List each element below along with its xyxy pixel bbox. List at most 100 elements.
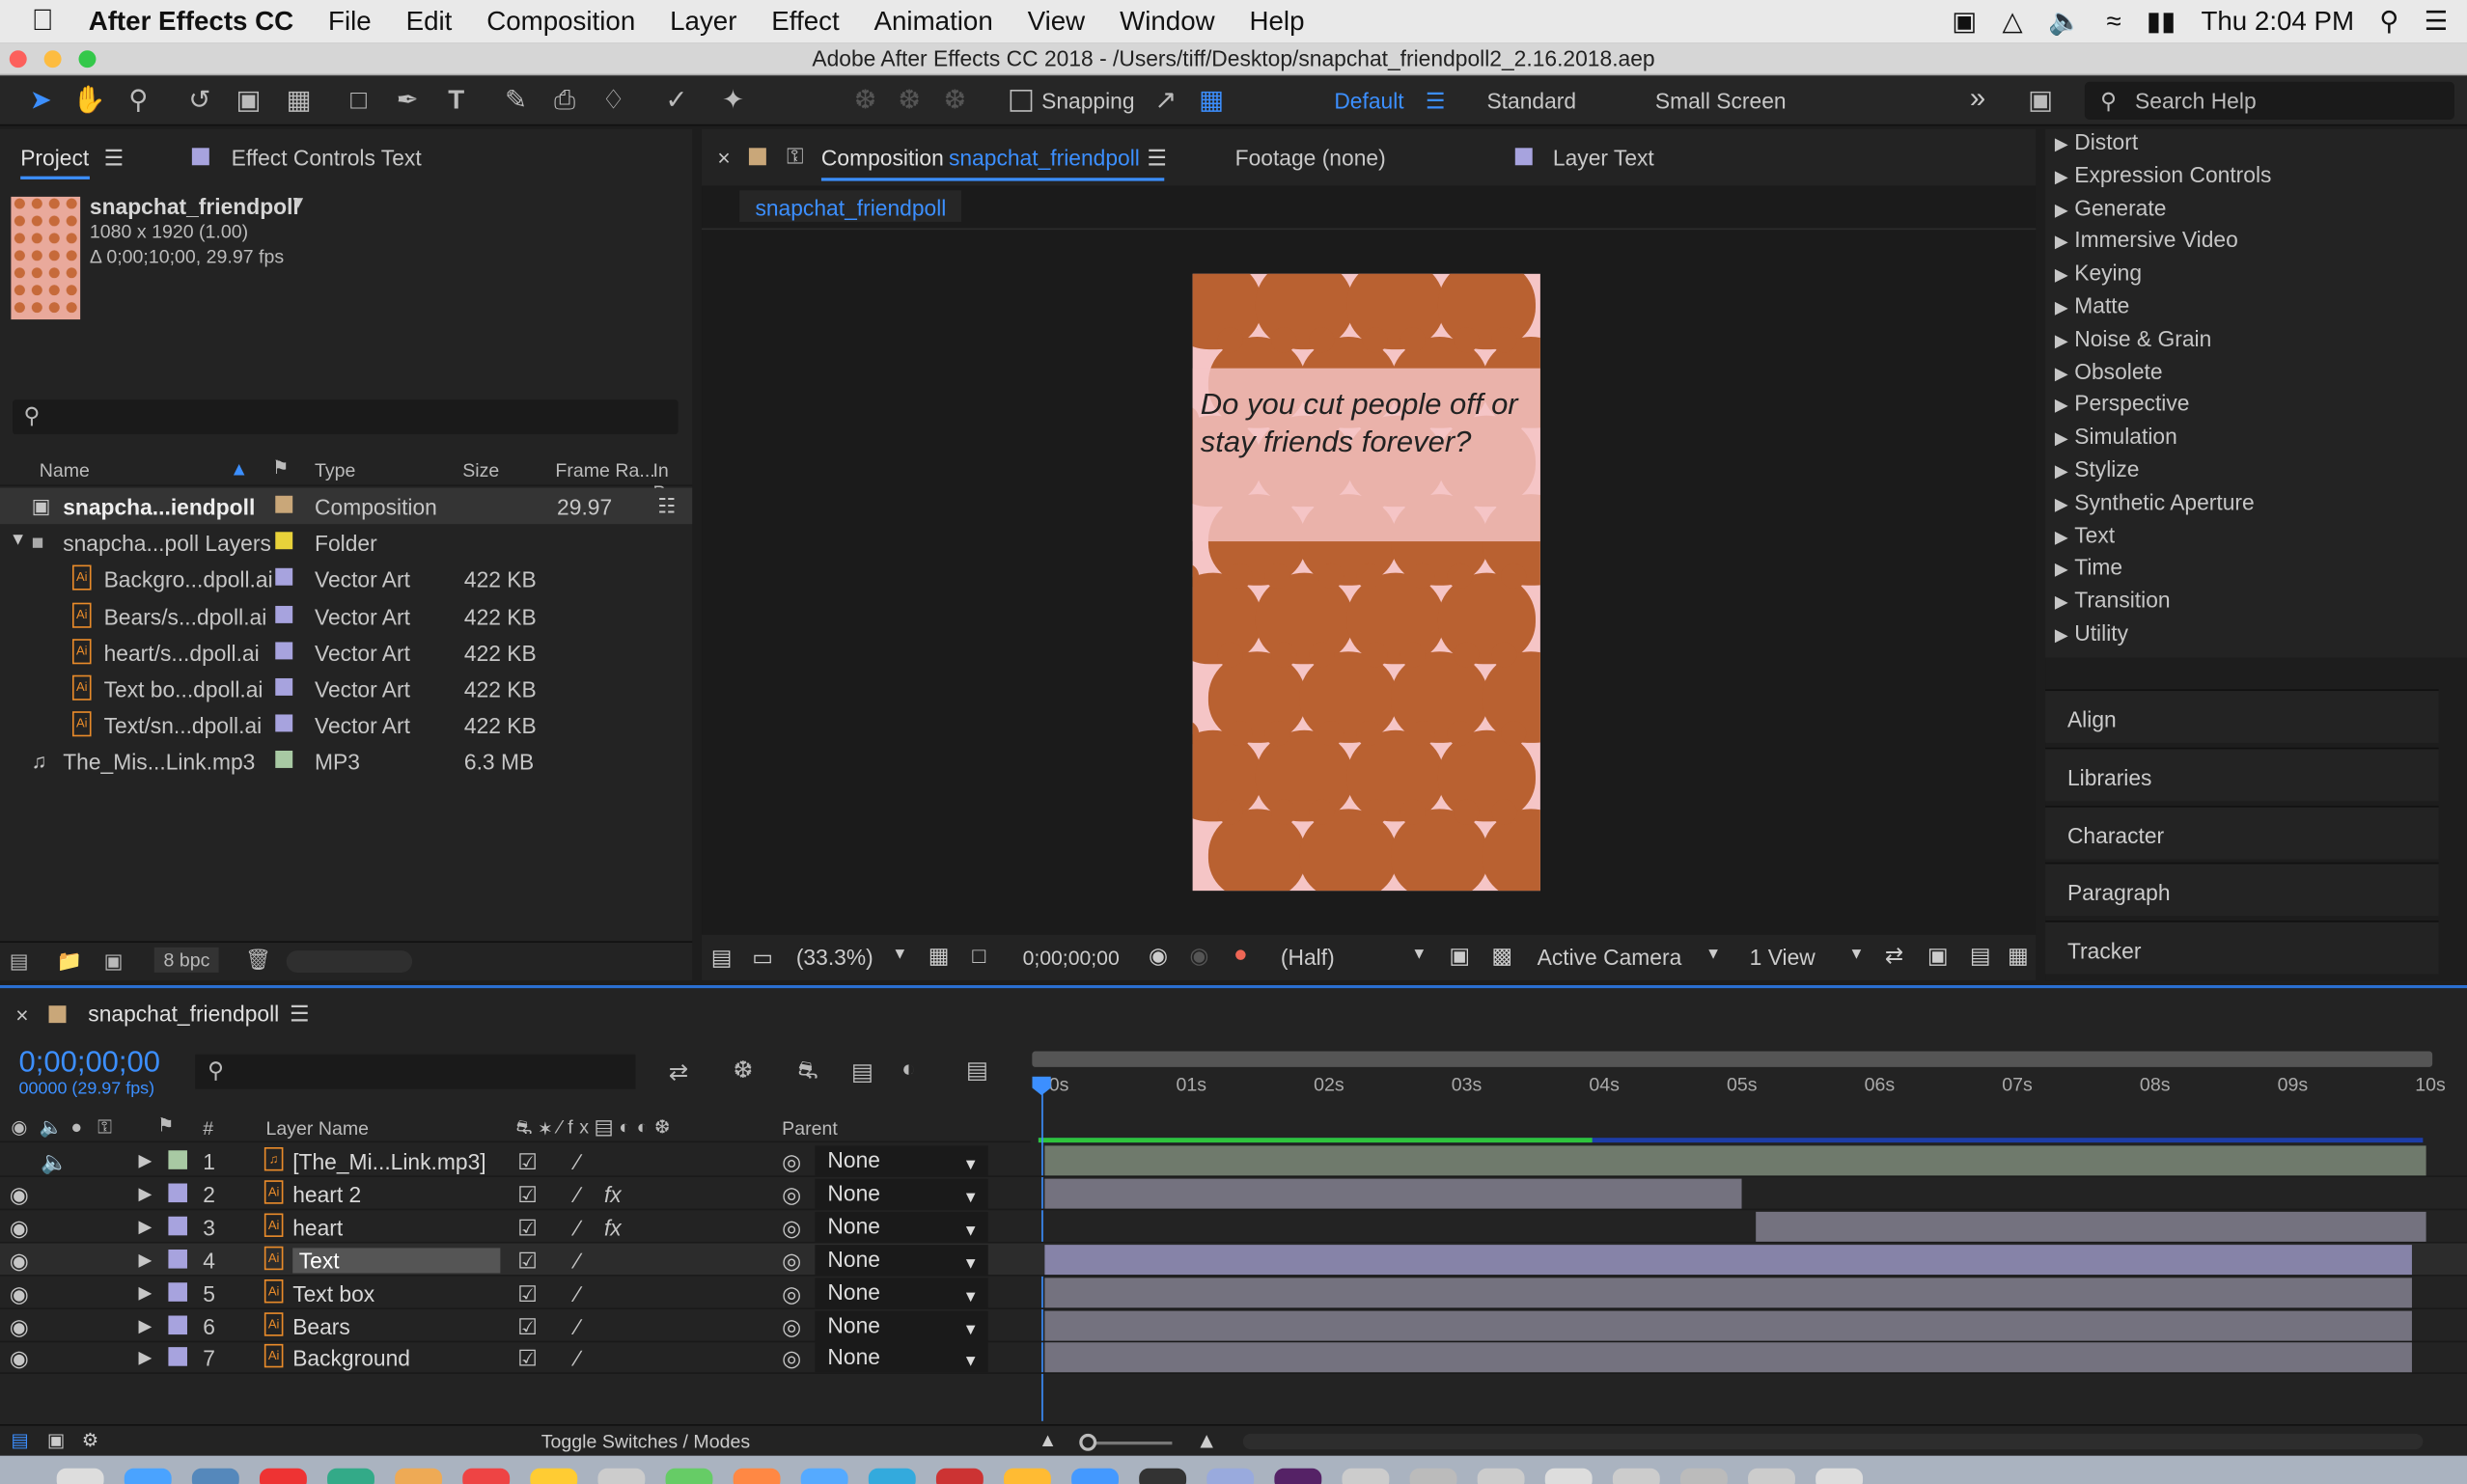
layer-row[interactable]: ◉ ▶ 3 Ai heart ☑ ∕ fx ◎ None ▼ <box>0 1210 2467 1244</box>
label-swatch[interactable] <box>275 677 293 696</box>
layer-name[interactable]: Text <box>292 1247 501 1273</box>
disclosure-closed-icon[interactable]: ▶ <box>2055 398 2068 417</box>
app-menu[interactable]: After Effects CC <box>71 6 311 38</box>
panel-menu-icon[interactable]: ☰ <box>290 1001 309 1028</box>
col-frame-rate[interactable]: Frame Ra... <box>555 459 654 481</box>
layer-name[interactable]: Text box <box>292 1280 374 1305</box>
effect-category[interactable]: ▶ Stylize <box>2055 456 2140 481</box>
menu-animation[interactable]: Animation <box>857 6 1011 38</box>
layer-row[interactable]: ◉ ▶ 6 Ai Bears ☑ ∕ ◎ None ▼ <box>0 1308 2467 1342</box>
notification-icon[interactable]: ☰ <box>2425 6 2449 38</box>
rotate-tool-icon[interactable]: ↺ <box>184 85 216 117</box>
effect-category[interactable]: ▶ Utility <box>2055 620 2128 646</box>
transparency-grid-icon[interactable]: ▩ <box>1491 943 1512 970</box>
menu-file[interactable]: File <box>311 6 389 38</box>
pickwhip-icon[interactable]: ◎ <box>782 1280 801 1307</box>
layer-name[interactable]: [The_Mi...Link.mp3] <box>292 1149 485 1174</box>
dock-app-icon[interactable] <box>124 1468 172 1484</box>
label-swatch[interactable] <box>168 1314 187 1334</box>
label-icon[interactable]: ⚑ <box>272 456 290 479</box>
resolution-select[interactable]: (Half) <box>1281 945 1335 970</box>
project-search-input[interactable]: ⚲ <box>13 399 679 435</box>
tab-effect-controls[interactable]: Effect Controls Text <box>232 145 422 170</box>
effect-category[interactable]: ▶ Time <box>2055 555 2122 580</box>
disclosure-closed-icon[interactable]: ▶ <box>138 1216 152 1237</box>
eraser-tool-icon[interactable]: ♢ <box>597 85 629 117</box>
video-toggle-icon[interactable]: ◉ <box>10 1280 29 1307</box>
effect-category[interactable]: ▶ Keying <box>2055 260 2142 285</box>
dock-app-icon[interactable] <box>1004 1468 1051 1484</box>
workspace-menu-icon[interactable]: ☰ <box>1426 88 1445 115</box>
close-tab-icon[interactable]: × <box>15 1003 28 1028</box>
project-row[interactable]: Ai heart/s...dpoll.ai Vector Art 422 KB <box>0 634 692 671</box>
volume-icon[interactable]: 🔈 <box>2048 6 2082 38</box>
pan-behind-tool-icon[interactable]: ▦ <box>283 85 315 117</box>
shy-layers-icon[interactable]: ⛐ <box>797 1058 818 1087</box>
col-type[interactable]: Type <box>315 459 355 481</box>
side-panel-libraries[interactable]: Libraries <box>2045 747 2439 801</box>
dock-app-icon[interactable] <box>800 1468 848 1484</box>
disclosure-closed-icon[interactable]: ▶ <box>2055 266 2068 286</box>
snap-edges-icon[interactable]: ↗ <box>1150 85 1182 117</box>
camera-select[interactable]: Active Camera <box>1538 945 1682 970</box>
toggle-pixel-aspect-icon[interactable]: ⇄ <box>1885 943 1903 970</box>
comp-mini-flowchart-icon[interactable]: ⇄ <box>669 1058 689 1086</box>
pickwhip-icon[interactable]: ◎ <box>782 1313 801 1340</box>
dock-app-icon[interactable] <box>868 1468 916 1484</box>
apple-icon[interactable]:  <box>0 4 71 39</box>
timeline-zoom-slider[interactable] <box>1079 1433 1173 1451</box>
disclosure-closed-icon[interactable]: ▶ <box>2055 528 2068 547</box>
quality-switch-icon[interactable]: ∕ <box>576 1215 580 1240</box>
zoom-select[interactable]: (33.3%) <box>796 945 873 970</box>
wifi-icon[interactable]: ≈ <box>2107 6 2121 38</box>
tab-composition-prefix[interactable]: Composition <box>821 145 944 170</box>
in-out-icon[interactable]: ⚙ <box>82 1429 99 1451</box>
layer-duration-bar[interactable] <box>1044 1145 2426 1176</box>
side-panel-paragraph[interactable]: Paragraph <box>2045 863 2439 917</box>
project-row[interactable]: Ai Text bo...dpoll.ai Vector Art 422 KB <box>0 671 692 707</box>
layer-row[interactable]: ◉ ▶ 2 Ai heart 2 ☑ ∕ fx ◎ None ▼ <box>0 1177 2467 1211</box>
dock-app-icon[interactable] <box>1139 1468 1187 1484</box>
brush-tool-icon[interactable]: ✎ <box>500 85 532 117</box>
label-swatch[interactable] <box>275 751 293 769</box>
dock-app-icon[interactable] <box>665 1468 713 1484</box>
label-swatch[interactable] <box>275 495 293 513</box>
col-layer-name[interactable]: Layer Name <box>265 1117 369 1140</box>
bit-depth-button[interactable]: 8 bpc <box>153 947 220 973</box>
roto-brush-tool-icon[interactable]: ✓ <box>661 85 693 117</box>
chevron-down-icon[interactable]: ▼ <box>1705 946 1721 963</box>
trash-icon[interactable]: 🗑 <box>245 948 271 973</box>
dock-app-icon[interactable] <box>56 1468 104 1484</box>
axis-world-icon[interactable]: ❆ <box>894 85 926 117</box>
layer-duration-bar[interactable] <box>1044 1244 2413 1275</box>
parent-select[interactable]: None ▼ <box>815 1211 988 1242</box>
fx-switch[interactable]: fx <box>604 1182 622 1207</box>
menu-layer[interactable]: Layer <box>652 6 754 38</box>
shy-switch-icon[interactable]: ☑ <box>517 1215 537 1242</box>
video-switch-icon[interactable]: ◉ <box>11 1115 27 1138</box>
pickwhip-icon[interactable]: ◎ <box>782 1346 801 1373</box>
dock-app-icon[interactable] <box>1206 1468 1255 1484</box>
show-snapshot-icon[interactable]: ◉ <box>1189 943 1208 970</box>
label-swatch[interactable] <box>168 1150 187 1169</box>
display-icon[interactable]: ▣ <box>1952 6 1977 38</box>
project-row[interactable]: ♫ The_Mis...Link.mp3 MP3 6.3 MB <box>0 743 692 780</box>
disclosure-closed-icon[interactable]: ▶ <box>2055 561 2068 580</box>
chevron-down-icon[interactable]: ▼ <box>892 946 907 963</box>
effect-category[interactable]: ▶ Transition <box>2055 588 2171 613</box>
snap-features-icon[interactable]: ▦ <box>1196 85 1228 117</box>
composition-preview[interactable]: Do you cut people off or stay friends fo… <box>1192 273 1540 892</box>
disclosure-closed-icon[interactable]: ▶ <box>2055 135 2068 154</box>
disclosure-closed-icon[interactable]: ▶ <box>138 1315 152 1335</box>
effect-category[interactable]: ▶ Generate <box>2055 195 2166 220</box>
label-swatch[interactable] <box>275 568 293 587</box>
menu-help[interactable]: Help <box>1233 6 1322 38</box>
shy-switch-icon[interactable]: ☑ <box>517 1248 537 1275</box>
minimize-window-button[interactable] <box>43 50 62 69</box>
type-tool-icon[interactable]: T <box>440 85 472 117</box>
timeline-scrollbar[interactable] <box>1242 1433 2424 1450</box>
parent-select[interactable]: None ▼ <box>815 1178 988 1209</box>
video-toggle-icon[interactable]: ◉ <box>10 1215 29 1242</box>
comp-breadcrumb[interactable]: snapchat_friendpoll <box>739 190 962 222</box>
pickwhip-icon[interactable]: ◎ <box>782 1215 801 1242</box>
